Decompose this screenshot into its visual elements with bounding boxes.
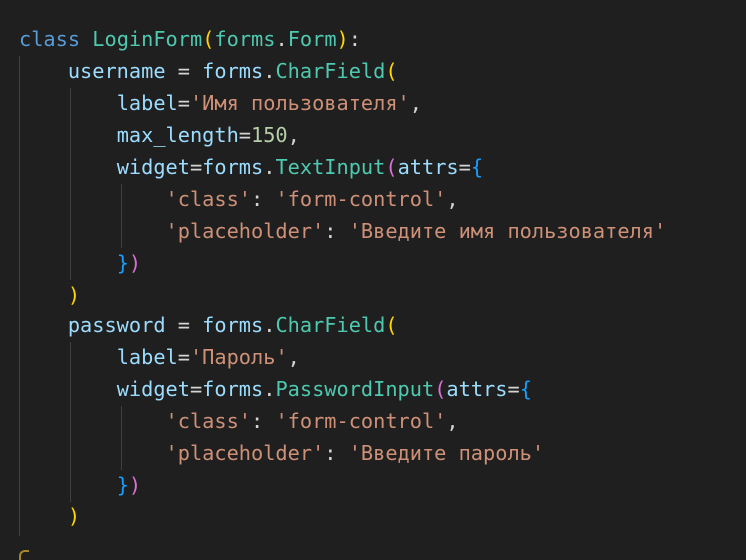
colon: : xyxy=(324,441,349,465)
class-name: LoginForm xyxy=(92,27,203,51)
dot: . xyxy=(263,313,276,337)
dot: . xyxy=(263,377,276,401)
brace: { xyxy=(470,155,484,179)
dot: . xyxy=(263,155,276,179)
code-line-password-placeholder[interactable]: 'placeholder': 'Введите пароль' xyxy=(19,437,545,469)
bracket: ) xyxy=(67,504,81,528)
placeholder-key-string: 'placeholder' xyxy=(165,219,325,243)
bracket: ( xyxy=(434,377,447,401)
textinput-class: TextInput xyxy=(275,155,386,179)
class-value-string: 'form-control' xyxy=(275,409,447,433)
code-line-username-widget[interactable]: widget=forms.TextInput(attrs={ xyxy=(19,151,483,183)
comma: , xyxy=(446,409,459,433)
passwordinput-class: PasswordInput xyxy=(275,377,435,401)
forms-module: forms xyxy=(202,377,264,401)
code-line-close-field[interactable]: ) xyxy=(19,279,80,311)
comma: , xyxy=(287,123,300,147)
charfield-class: CharField xyxy=(275,313,386,337)
comma: , xyxy=(409,91,422,115)
code-line-username-field[interactable]: username = forms.CharField( xyxy=(19,55,398,87)
charfield-class: CharField xyxy=(275,59,386,83)
code-line-class-def[interactable]: class LoginForm(forms.Form): xyxy=(19,23,361,55)
comma: , xyxy=(446,187,459,211)
class-key-string: 'class' xyxy=(165,187,252,211)
placeholder-key-string: 'placeholder' xyxy=(165,441,325,465)
code-line-username-label[interactable]: label='Имя пользователя', xyxy=(19,87,422,119)
bracket: ) xyxy=(128,473,142,497)
forms-module: forms xyxy=(202,313,264,337)
code-line-password-field[interactable]: password = forms.CharField( xyxy=(19,309,398,341)
bracket: ( xyxy=(202,27,215,51)
code-line-max-length[interactable]: max_length=150, xyxy=(19,119,300,151)
placeholder-value-string: 'Введите пароль' xyxy=(348,441,545,465)
code-line-password-label[interactable]: label='Пароль', xyxy=(19,341,300,373)
label-kwarg: label xyxy=(116,345,178,369)
code-line-username-placeholder[interactable]: 'placeholder': 'Введите имя пользователя… xyxy=(19,215,667,247)
brace: { xyxy=(519,377,532,401)
assign-operator: = xyxy=(165,59,203,83)
dot: . xyxy=(275,27,288,51)
bracket: ( xyxy=(385,313,398,337)
equals: = xyxy=(458,155,471,179)
lightbulb-icon[interactable] xyxy=(19,550,29,560)
bracket: ( xyxy=(385,59,398,83)
username-var: username xyxy=(67,59,166,83)
forms-module: forms xyxy=(202,155,264,179)
equals: = xyxy=(507,377,520,401)
widget-kwarg: widget xyxy=(116,377,190,401)
base-class: Form xyxy=(287,27,337,51)
max-length-number: 150 xyxy=(251,123,288,147)
attrs-kwarg: attrs xyxy=(446,377,508,401)
code-line-password-class-attr[interactable]: 'class': 'form-control', xyxy=(19,405,459,437)
label-kwarg: label xyxy=(116,91,178,115)
code-line-password-widget[interactable]: widget=forms.PasswordInput(attrs={ xyxy=(19,373,532,405)
code-line-username-class-attr[interactable]: 'class': 'form-control', xyxy=(19,183,459,215)
brace: } xyxy=(116,473,129,497)
code-editor[interactable]: class LoginForm(forms.Form): username = … xyxy=(0,0,746,560)
class-key-string: 'class' xyxy=(165,409,252,433)
widget-kwarg: widget xyxy=(116,155,190,179)
colon: : xyxy=(251,187,276,211)
label-string: 'Имя пользователя' xyxy=(189,91,410,115)
bracket: ( xyxy=(385,155,398,179)
keyword-class: class xyxy=(19,27,81,51)
bracket: ) xyxy=(128,251,142,275)
colon: : xyxy=(251,409,276,433)
max-length-kwarg: max_length xyxy=(116,123,239,147)
colon: : xyxy=(324,219,349,243)
placeholder-value-string: 'Введите имя пользователя' xyxy=(348,219,667,243)
code-line-close-widget[interactable]: }) xyxy=(19,247,141,279)
code-line-close-field[interactable]: ) xyxy=(19,500,80,532)
class-value-string: 'form-control' xyxy=(275,187,447,211)
password-var: password xyxy=(67,313,166,337)
bracket: ) xyxy=(67,283,81,307)
bracket: ) xyxy=(336,27,349,51)
equals: = xyxy=(189,155,203,179)
equals: = xyxy=(177,345,190,369)
code-line-close-widget[interactable]: }) xyxy=(19,469,141,501)
brace: } xyxy=(116,251,129,275)
comma: , xyxy=(287,345,300,369)
dot: . xyxy=(263,59,276,83)
forms-module: forms xyxy=(202,59,264,83)
base-module: forms xyxy=(214,27,276,51)
equals: = xyxy=(238,123,252,147)
label-string: 'Пароль' xyxy=(189,345,288,369)
equals: = xyxy=(177,91,190,115)
attrs-kwarg: attrs xyxy=(397,155,459,179)
assign-operator: = xyxy=(165,313,203,337)
colon: : xyxy=(348,27,361,51)
equals: = xyxy=(189,377,203,401)
